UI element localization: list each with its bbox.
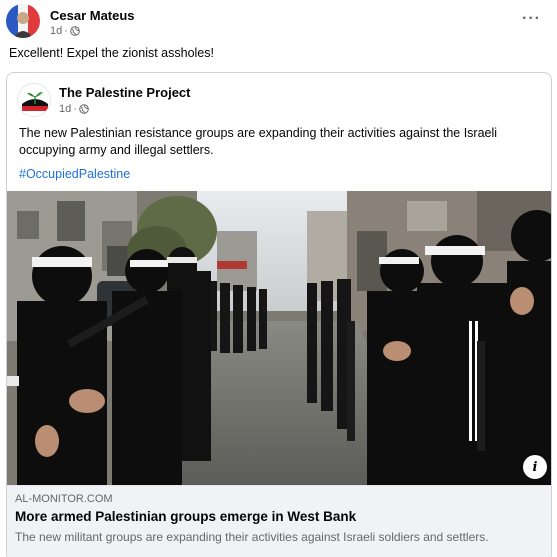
shared-post-card[interactable]: The Palestine Project 1d · The new Pales…: [6, 72, 552, 557]
link-description: The new militant groups are expanding th…: [15, 530, 489, 544]
page-avatar[interactable]: [17, 83, 51, 117]
link-title[interactable]: More armed Palestinian groups emerge in …: [15, 509, 356, 524]
shared-post-text: The new Palestinian resistance groups ar…: [19, 126, 498, 157]
globe-icon: [79, 104, 89, 114]
shared-post-meta: 1d ·: [59, 103, 89, 115]
link-preview-image[interactable]: i: [7, 191, 551, 485]
info-button[interactable]: i: [523, 455, 547, 479]
globe-icon: [70, 26, 80, 36]
post-header: Cesar Mateus 1d · ···: [6, 4, 557, 38]
page-name[interactable]: The Palestine Project: [59, 85, 191, 100]
author-avatar[interactable]: [6, 4, 40, 38]
shared-post-timestamp[interactable]: 1d: [59, 103, 71, 115]
post-timestamp[interactable]: 1d: [50, 25, 62, 37]
post-text: Excellent! Expel the zionist assholes!: [9, 46, 214, 60]
link-domain: AL-MONITOR.COM: [15, 493, 113, 505]
post-meta: 1d ·: [50, 25, 80, 37]
link-preview-footer[interactable]: AL-MONITOR.COM More armed Palestinian gr…: [7, 485, 551, 557]
armed-group-street-photo: [7, 191, 551, 485]
hashtag-link[interactable]: #OccupiedPalestine: [19, 167, 130, 181]
more-options-button[interactable]: ···: [522, 10, 541, 28]
author-name[interactable]: Cesar Mateus: [50, 8, 135, 23]
shared-post-header: The Palestine Project 1d ·: [17, 81, 551, 117]
